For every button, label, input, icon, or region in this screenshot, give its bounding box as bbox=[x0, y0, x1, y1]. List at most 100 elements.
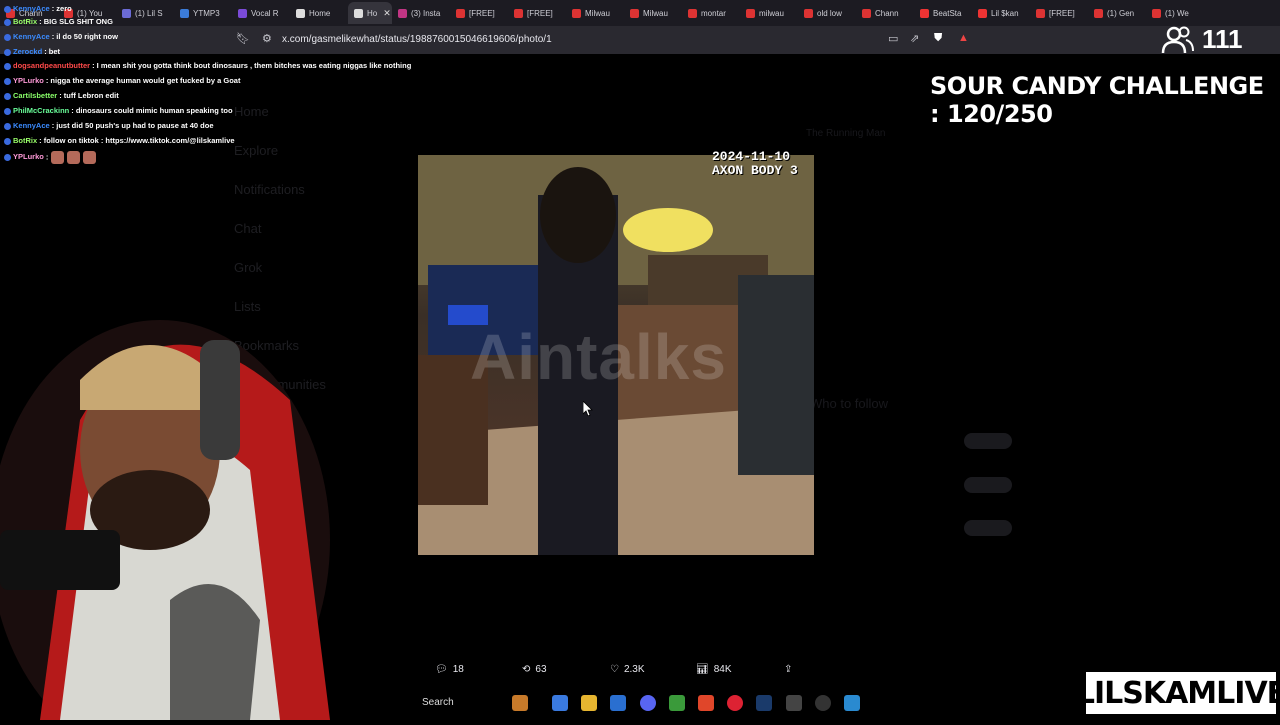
chat-text: : bbox=[45, 152, 49, 162]
widgets-icon[interactable] bbox=[512, 695, 528, 711]
chat-username[interactable]: KennyAce bbox=[13, 4, 50, 13]
chat-username[interactable]: PhilMcCrackinn bbox=[13, 106, 69, 115]
chat-badge-icon bbox=[4, 33, 11, 41]
chat-message: BotRix: follow on tiktok : https://www.t… bbox=[4, 136, 235, 146]
browser-tab[interactable]: (3) Insta bbox=[392, 2, 450, 24]
tab-favicon-icon bbox=[1152, 8, 1161, 18]
chat-message: Zerockd: bet bbox=[4, 47, 60, 57]
browser-tab[interactable]: Ho ✕ bbox=[348, 2, 392, 24]
taskbar-search[interactable]: Search bbox=[422, 697, 454, 708]
browser-tab[interactable]: Chann bbox=[856, 2, 914, 24]
chat-username[interactable]: KennyAce bbox=[13, 121, 50, 130]
like-button[interactable]: ♡ 2.3K bbox=[610, 664, 645, 675]
chat-message: KennyAce: il do 50 right now bbox=[4, 32, 118, 42]
chat-username[interactable]: YPLurko bbox=[13, 76, 44, 85]
browser-tab[interactable]: Lil $kan bbox=[972, 2, 1030, 24]
close-tab-icon[interactable]: ✕ bbox=[383, 8, 391, 19]
chat-username[interactable]: BotRix bbox=[13, 136, 37, 145]
share-button[interactable]: ⇪ bbox=[784, 664, 792, 675]
trend-item[interactable]: The Running Man bbox=[806, 128, 886, 139]
tab-label: milwau bbox=[759, 8, 784, 18]
repost-button[interactable]: ⟲ 63 bbox=[522, 664, 547, 675]
tab-label: Home bbox=[309, 8, 331, 18]
app-icon[interactable] bbox=[844, 695, 860, 711]
tab-favicon-icon bbox=[1094, 8, 1103, 18]
tab-label: (1) Gen bbox=[1107, 8, 1135, 18]
obs-icon[interactable] bbox=[815, 695, 831, 711]
rewards-icon[interactable]: ▲ bbox=[958, 32, 969, 44]
site-settings-icon[interactable]: ⚙ bbox=[262, 32, 272, 45]
views-button[interactable]: 📊︎ 84K bbox=[696, 664, 732, 675]
steam-icon[interactable] bbox=[756, 695, 772, 711]
browser-tab[interactable]: (1) We bbox=[1146, 2, 1204, 24]
bookmark-icon[interactable]: 🔖︎ bbox=[236, 32, 250, 45]
browser-tab[interactable]: Home bbox=[290, 2, 348, 24]
views-icon: 📊︎ bbox=[696, 664, 709, 675]
chat-text: : I mean shit you gotta think bout dinos… bbox=[92, 61, 412, 70]
share-icon: ⇪ bbox=[784, 664, 793, 675]
browser-tab[interactable]: old low bbox=[798, 2, 856, 24]
tab-favicon-icon bbox=[862, 8, 871, 18]
chat-username[interactable]: KennyAce bbox=[13, 32, 50, 41]
share-icon[interactable]: ⇗ bbox=[910, 32, 919, 45]
browser-tab[interactable]: [FREE] bbox=[1030, 2, 1088, 24]
chat-badge-icon bbox=[4, 48, 11, 56]
follow-button[interactable] bbox=[964, 433, 1012, 449]
tab-label: Milwau bbox=[585, 8, 610, 18]
nav-grok[interactable]: Grok bbox=[234, 260, 262, 275]
chrome-icon[interactable] bbox=[727, 695, 743, 711]
chat-text: : bet bbox=[44, 47, 61, 56]
copilot-icon[interactable] bbox=[552, 695, 568, 711]
reply-icon: 💬︎ bbox=[435, 664, 448, 675]
browser-tab[interactable]: montar bbox=[682, 2, 740, 24]
browser-tab[interactable]: (1) Gen bbox=[1088, 2, 1146, 24]
tab-favicon-icon bbox=[296, 8, 305, 18]
chat-username[interactable]: CartiIsbetter bbox=[13, 91, 57, 100]
chat-badge-icon bbox=[4, 92, 11, 100]
nav-chat[interactable]: Chat bbox=[234, 221, 261, 236]
browser-tab[interactable]: Milwau bbox=[624, 2, 682, 24]
nav-explore[interactable]: Explore bbox=[234, 143, 278, 158]
tab-favicon-icon bbox=[1036, 8, 1045, 18]
tab-favicon-icon bbox=[920, 8, 929, 18]
url-field[interactable]: x.com/gasmelikewhat/status/1988760015046… bbox=[282, 34, 552, 45]
chat-text: : dinosaurs could mimic human speaking t… bbox=[71, 106, 233, 115]
store-icon[interactable] bbox=[610, 695, 626, 711]
browser-tab[interactable]: Vocal R bbox=[232, 2, 290, 24]
browser-tab[interactable]: milwau bbox=[740, 2, 798, 24]
follow-button[interactable] bbox=[964, 520, 1012, 536]
nav-notifications[interactable]: Notifications bbox=[234, 182, 305, 197]
chat-badge-icon bbox=[4, 77, 11, 85]
tab-favicon-icon bbox=[122, 8, 131, 18]
follow-button[interactable] bbox=[964, 477, 1012, 493]
app-icon[interactable] bbox=[669, 695, 685, 711]
app-icon[interactable] bbox=[786, 695, 802, 711]
browser-tab[interactable]: [FREE] bbox=[508, 2, 566, 24]
file-explorer-icon[interactable] bbox=[581, 695, 597, 711]
discord-icon[interactable] bbox=[640, 695, 656, 711]
nav-home[interactable]: Home bbox=[234, 104, 269, 119]
chat-username[interactable]: BotRix bbox=[13, 17, 37, 26]
tab-favicon-icon bbox=[978, 8, 987, 18]
chat-emote-icon bbox=[83, 151, 97, 164]
chat-badge-icon bbox=[4, 18, 11, 26]
viewers-icon bbox=[1161, 26, 1194, 53]
chat-text: : just did 50 push's up had to pause at … bbox=[51, 121, 214, 130]
chat-username[interactable]: Zerockd bbox=[13, 47, 42, 56]
tab-label: old low bbox=[817, 8, 842, 18]
browser-tab[interactable]: [FREE] bbox=[450, 2, 508, 24]
shield-icon[interactable]: ⛊ bbox=[934, 32, 942, 45]
reply-button[interactable]: 💬︎ 18 bbox=[435, 664, 464, 675]
chat-username[interactable]: dogsandpeanutbutter bbox=[13, 61, 90, 70]
tab-label: Milwau bbox=[643, 8, 668, 18]
chat-message: dogsandpeanutbutter: I mean shit you got… bbox=[4, 61, 411, 71]
viewer-counter: 111 bbox=[1160, 24, 1243, 55]
browser-tab[interactable]: (1) Lil S bbox=[116, 2, 174, 24]
tab-favicon-icon bbox=[354, 8, 363, 18]
browser-tab[interactable]: YTMP3 bbox=[174, 2, 232, 24]
brave-browser-icon[interactable] bbox=[698, 695, 714, 711]
browser-tab[interactable]: Milwau bbox=[566, 2, 624, 24]
chat-username[interactable]: YPLurko bbox=[13, 152, 44, 161]
cast-icon[interactable]: ▭ bbox=[888, 32, 898, 45]
browser-tab[interactable]: BeatSta bbox=[914, 2, 972, 24]
